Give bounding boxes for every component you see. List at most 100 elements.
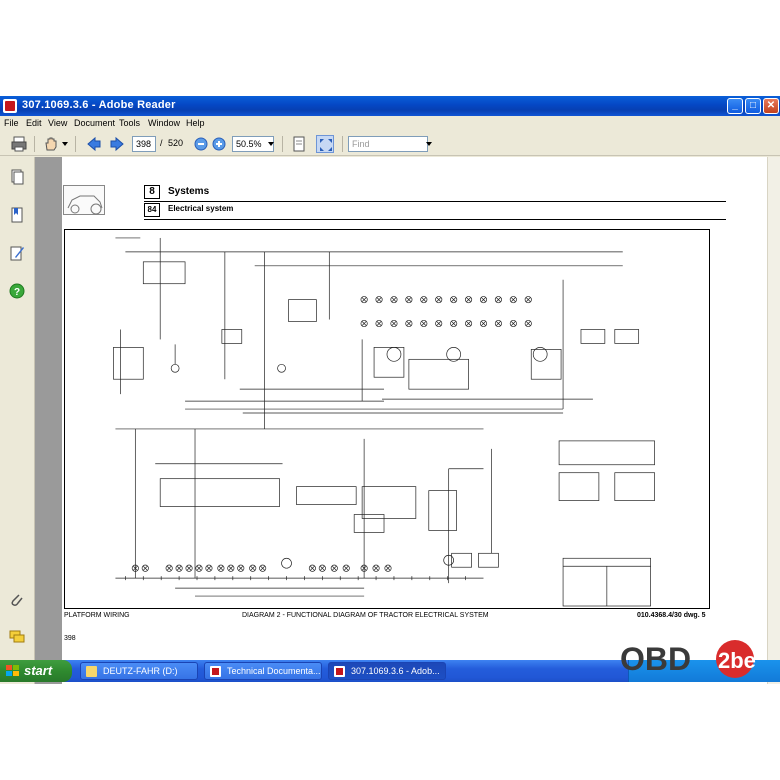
toolbar-separator (282, 136, 283, 152)
pages-panel-icon[interactable] (9, 169, 25, 185)
menu-edit[interactable]: Edit (26, 118, 42, 128)
zoom-out-icon[interactable] (192, 135, 210, 153)
lamp-cross (421, 297, 427, 302)
lamp-cross (391, 321, 397, 326)
page-separator: / (160, 138, 163, 148)
comments-panel-icon[interactable] (9, 629, 25, 645)
lamp-cross (218, 565, 224, 571)
lamp-cross (391, 297, 397, 302)
adobe-reader-window: 307.1069.3.6 - Adobe Reader _ □ ✕ File E… (0, 96, 780, 684)
lamp-cross (436, 297, 441, 302)
header-rule (144, 219, 726, 220)
lamp-cross (260, 565, 265, 571)
folder-icon (86, 666, 97, 677)
lamp-cross (166, 565, 172, 571)
window-title: 307.1069.3.6 - Adobe Reader (22, 99, 176, 111)
pdf-icon (210, 666, 221, 677)
menu-view[interactable]: View (48, 118, 67, 128)
svg-text:?: ? (14, 287, 20, 298)
lamp-cross (511, 297, 516, 302)
pdf-page: 8 Systems 84 Electrical system PLATFORM … (62, 157, 780, 684)
toolbar-separator (75, 136, 76, 152)
task-label: 307.1069.3.6 - Adob... (351, 666, 440, 676)
menu-file[interactable]: File (4, 118, 19, 128)
menu-document[interactable]: Document (74, 118, 115, 128)
lamp-cross (320, 565, 325, 571)
hand-tool-dropdown-icon[interactable] (62, 142, 68, 146)
footer-center: DIAGRAM 2 - FUNCTIONAL DIAGRAM OF TRACTO… (242, 612, 489, 619)
lamp-cross (451, 321, 456, 326)
lamp-cross (361, 297, 367, 302)
windows-logo-icon (6, 665, 19, 677)
total-pages: 520 (168, 138, 184, 148)
lamp-cross (143, 565, 148, 571)
pdf-icon (334, 666, 345, 677)
lamp-cross (376, 321, 382, 326)
minimize-button[interactable]: _ (727, 98, 743, 114)
hand-tool-icon[interactable] (42, 135, 60, 153)
zoom-dropdown-icon[interactable] (268, 142, 274, 146)
lamp-cross (421, 321, 427, 326)
start-button[interactable]: start (0, 660, 72, 682)
previous-page-icon[interactable] (85, 135, 103, 153)
menu-window[interactable]: Window (148, 118, 180, 128)
lamp-cross (406, 297, 412, 302)
toolbar-separator (34, 136, 35, 152)
page-number: 398 (64, 635, 76, 642)
maximize-button[interactable]: □ (745, 98, 761, 114)
taskbar-button-adobe-reader[interactable]: 307.1069.3.6 - Adob... (328, 662, 446, 680)
find-dropdown-icon[interactable] (426, 142, 432, 146)
lamp-cross (361, 321, 367, 326)
vertical-scrollbar[interactable] (767, 157, 780, 684)
lamp-cross (511, 321, 516, 326)
watermark-text-b: 2be (718, 648, 756, 673)
toolbar-separator (342, 136, 343, 152)
header-rule (144, 201, 726, 202)
lamp-cross (238, 565, 244, 571)
attachments-panel-icon[interactable] (9, 592, 25, 608)
bookmarks-panel-icon[interactable] (9, 207, 25, 223)
title-bar[interactable]: 307.1069.3.6 - Adobe Reader _ □ ✕ (0, 96, 780, 116)
current-page-input[interactable]: 398 (132, 136, 156, 152)
footer-drawing-ref: 010.4368.4/30 dwg. 5 (637, 612, 706, 619)
lamp-cross (526, 297, 531, 302)
help-panel-icon[interactable]: ? (9, 283, 25, 299)
signatures-panel-icon[interactable] (9, 245, 25, 261)
taskbar-button-deutz-fahr[interactable]: DEUTZ-FAHR (D:) (80, 662, 198, 680)
lamp-cross (466, 321, 471, 326)
lamp-cross (206, 565, 212, 571)
lamp-cross (196, 565, 202, 571)
lamp-cross (343, 565, 349, 571)
lamp-cross (481, 321, 486, 326)
find-input[interactable]: Find (348, 136, 428, 152)
document-view[interactable]: 8 Systems 84 Electrical system PLATFORM … (35, 157, 780, 684)
zoom-in-icon[interactable] (210, 135, 228, 153)
lamp-cross (310, 565, 315, 571)
taskbar-button-technical-documentation[interactable]: Technical Documenta... (204, 662, 322, 680)
menu-tools[interactable]: Tools (119, 118, 140, 128)
lamp-cross (250, 565, 255, 571)
fit-window-icon[interactable] (316, 135, 334, 153)
footer-left: PLATFORM WIRING (64, 612, 130, 619)
next-page-icon[interactable] (108, 135, 126, 153)
lamp-cross (186, 565, 192, 571)
lamp-cross (332, 565, 337, 571)
fit-page-icon[interactable] (290, 135, 308, 153)
close-button[interactable]: ✕ (763, 98, 779, 114)
obd2be-watermark-logo: OBD 2be (620, 640, 756, 678)
task-label: DEUTZ-FAHR (D:) (103, 666, 178, 676)
section-number: 84 (144, 203, 160, 217)
lamp-cross (466, 297, 471, 302)
start-label: start (24, 663, 53, 678)
section-title: Electrical system (168, 204, 234, 213)
chapter-title: Systems (168, 186, 210, 197)
lamp-cross (373, 565, 379, 571)
print-icon[interactable] (10, 135, 28, 153)
menu-bar: File Edit View Document Tools Window Hel… (0, 116, 780, 130)
menu-help[interactable]: Help (186, 118, 205, 128)
lamp-cross (451, 297, 456, 302)
navigation-pane: ? (0, 157, 35, 684)
watermark-text-a: OBD (620, 641, 691, 677)
lamp-cross (496, 297, 501, 302)
lamp-cross (436, 321, 441, 326)
